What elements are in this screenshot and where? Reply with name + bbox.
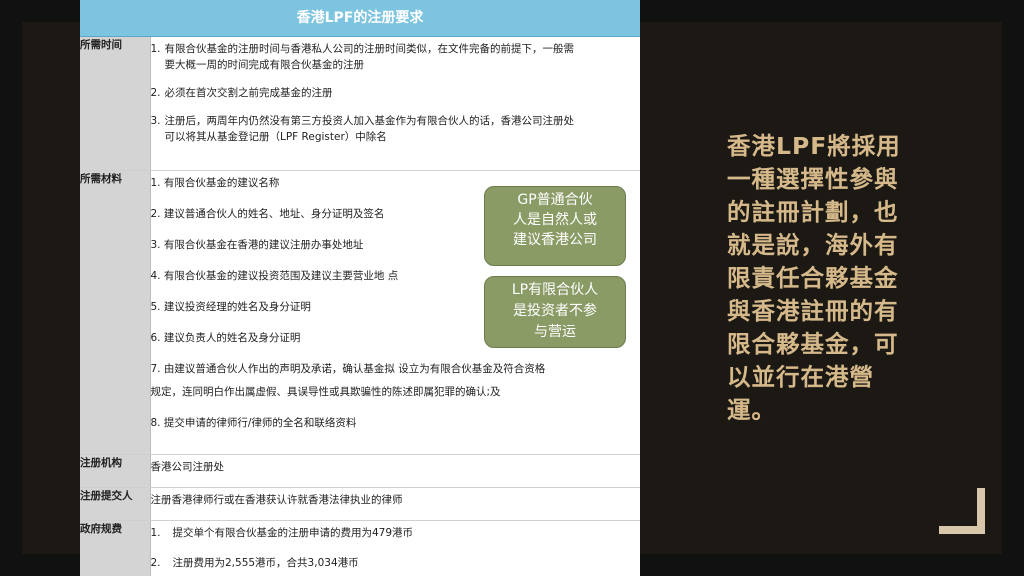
side-description: 香港LPF將採用 一種選擇性參與 的註冊計劃，也 就是說，海外有 限責任合夥基金…: [727, 132, 901, 424]
row-label-registry: 注册机构: [80, 454, 151, 488]
list-item: 3. 注册后，两周年内仍然没有第三方投资人加入基金作为有限合伙人的话，香港公司注册…: [150, 115, 575, 127]
list-item: 8. 提交申请的律师行/律师的全名和联络资料: [150, 416, 357, 429]
corner-bracket-icon: [939, 488, 985, 534]
table-row-submitter: 注册提交人 注册香港律师行或在香港获认许就香港法律执业的律师: [80, 487, 640, 521]
row-label-fees: 政府规费: [80, 520, 151, 576]
table-row-fees: 政府规费 1. 提交单个有限合伙基金的注册申请的费用为479港币 2. 注册费用为2…: [80, 520, 640, 576]
gp-callout-bubble: GP普通合伙 人是自然人或 建议香港公司: [484, 186, 626, 266]
row-content-registry: 香港公司注册处: [150, 454, 640, 488]
table-row-registry: 注册机构 香港公司注册处: [80, 454, 640, 488]
list-item-continued: 规定，连同明白作出属虚假、具误导性或具欺骗性的陈述即属犯罪的确认;及: [150, 385, 501, 398]
table-row-time: 所需时间 1. 有限合伙基金的注册时间与香港私人公司的注册时间类似，在文件完备的前…: [80, 37, 640, 171]
lp-callout-bubble: LP有限合伙人 是投资者不参 与营运: [484, 276, 626, 348]
row-text: 注册香港律师行或在香港获认许就香港法律执业的律师: [150, 493, 403, 506]
list-item: 7. 由建议普通合伙人作出的声明及承诺，确认基金拟 设立为有限合伙基金及符合资格: [150, 362, 546, 375]
row-text: 香港公司注册处: [150, 460, 225, 473]
row-content-time: 1. 有限合伙基金的注册时间与香港私人公司的注册时间类似，在文件完备的前提下，一般…: [150, 37, 640, 171]
list-item: 1. 提交单个有限合伙基金的注册申请的费用为479港币: [150, 526, 414, 539]
table-title: 香港LPF的注册要求: [80, 0, 640, 37]
list-item: 1. 有限合伙基金的注册时间与香港私人公司的注册时间类似，在文件完备的前提下，一般…: [150, 43, 575, 55]
row-label-materials: 所需材料: [80, 170, 151, 455]
list-item: 2. 必须在首次交割之前完成基金的注册: [150, 87, 333, 99]
row-label-submitter: 注册提交人: [80, 487, 151, 521]
list-item: 2. 注册费用为2,555港币，合共3,034港币: [150, 556, 359, 569]
list-item-continued: 可以将其从基金登记册（LPF Register）中除名: [164, 131, 387, 143]
row-label-time: 所需时间: [80, 37, 151, 171]
list-item-continued: 要大概一周的时间完成有限合伙基金的注册: [164, 59, 365, 71]
row-content-fees: 1. 提交单个有限合伙基金的注册申请的费用为479港币 2. 注册费用为2,555港…: [150, 520, 640, 576]
row-content-submitter: 注册香港律师行或在香港获认许就香港法律执业的律师: [150, 487, 640, 521]
